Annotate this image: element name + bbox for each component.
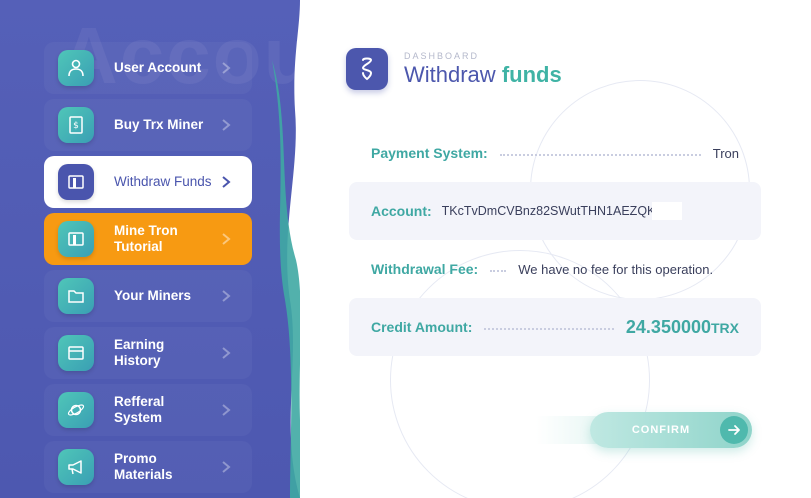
chevron-right-icon — [222, 461, 231, 473]
sidebar-item-label: User Account — [114, 60, 202, 75]
withdrawal-fee-label: Withdrawal Fee: — [371, 261, 479, 277]
payment-system-label: Payment System: — [371, 145, 488, 161]
user-icon — [58, 50, 94, 86]
sidebar-item-label: Mine Tron Tutorial — [114, 223, 178, 254]
payment-system-value: Tron — [712, 145, 739, 161]
credit-amount-row: Credit Amount: 24.350000TRX — [349, 298, 761, 356]
sidebar-item-buy-trx-miner[interactable]: $ Buy Trx Miner — [44, 99, 252, 151]
planet-icon — [58, 392, 94, 428]
page-title-main: Withdraw — [404, 61, 496, 87]
withdrawal-fee-row: Withdrawal Fee: We have no fee for this … — [349, 240, 761, 298]
sidebar-item-label: Refferal System — [114, 394, 165, 425]
chevron-right-icon — [222, 176, 231, 188]
account-value: TKcTvDmCVBnz82SWutTHN1AEZQKm — [441, 204, 666, 218]
tron-logo-icon — [346, 48, 388, 90]
sidebar: Account User Account $ Buy Trx Miner Wit… — [0, 0, 300, 498]
confirm-button-label: CONFIRM — [631, 424, 691, 436]
dotted-leader — [490, 270, 507, 272]
credit-amount-value: 24.350000TRX — [626, 317, 739, 338]
sidebar-item-label: Buy Trx Miner — [114, 117, 204, 132]
account-label: Account: — [371, 203, 432, 219]
sidebar-item-label: Your Miners — [114, 288, 192, 303]
browser-window-icon — [58, 335, 94, 371]
breadcrumb: DASHBOARD — [404, 50, 480, 61]
sidebar-item-withdraw-funds[interactable]: Withdraw Funds — [44, 156, 252, 208]
confirm-area: CONFIRM — [536, 410, 754, 450]
sidebar-item-earning-history[interactable]: Earning History — [44, 327, 252, 379]
sidebar-item-your-miners[interactable]: Your Miners — [44, 270, 252, 322]
sidebar-item-label: Withdraw Funds — [114, 174, 212, 189]
sidebar-nav: User Account $ Buy Trx Miner Withdraw Fu… — [44, 42, 252, 498]
sidebar-item-mine-tron-tutorial[interactable]: Mine Tron Tutorial — [44, 213, 252, 265]
chevron-right-icon — [222, 404, 231, 416]
dollar-receipt-icon: $ — [58, 107, 94, 143]
sidebar-item-label: Earning History — [114, 337, 165, 368]
account-row: Account: TKcTvDmCVBnz82SWutTHN1AEZQKm — [349, 182, 761, 240]
dotted-leader — [484, 328, 614, 330]
credit-amount-unit: TRX — [711, 319, 739, 336]
chevron-right-icon — [222, 233, 231, 245]
page-header: DASHBOARD Withdraw funds — [346, 48, 562, 90]
arrow-right-icon — [720, 416, 748, 444]
sidebar-item-refferal-system[interactable]: Refferal System — [44, 384, 252, 436]
chevron-right-icon — [222, 290, 231, 302]
dotted-leader — [499, 154, 701, 156]
sidebar-item-promo-materials[interactable]: Promo Materials — [44, 441, 252, 493]
chevron-right-icon — [222, 119, 231, 131]
payment-system-row: Payment System: Tron — [349, 124, 761, 182]
sidebar-item-user-account[interactable]: User Account — [44, 42, 252, 94]
address-mask — [651, 202, 682, 220]
page-title: Withdraw funds — [404, 62, 562, 88]
withdrawal-fee-value: We have no fee for this operation. — [518, 261, 714, 277]
atm-card-icon — [58, 221, 94, 257]
atm-card-icon — [58, 164, 94, 200]
confirm-button[interactable]: CONFIRM — [590, 412, 752, 448]
withdraw-details: Payment System: Tron Account: TKcTvDmCVB… — [349, 124, 761, 356]
chevron-right-icon — [222, 62, 231, 74]
chevron-right-icon — [222, 347, 231, 359]
folder-icon — [58, 278, 94, 314]
megaphone-icon — [58, 449, 94, 485]
credit-amount-label: Credit Amount: — [371, 319, 473, 335]
sidebar-item-label: Promo Materials — [114, 451, 173, 482]
credit-amount-number: 24.350000 — [625, 316, 711, 337]
main-panel: DASHBOARD Withdraw funds Payment System:… — [300, 0, 811, 498]
page-title-accent: funds — [501, 61, 562, 87]
svg-text:$: $ — [73, 121, 79, 131]
